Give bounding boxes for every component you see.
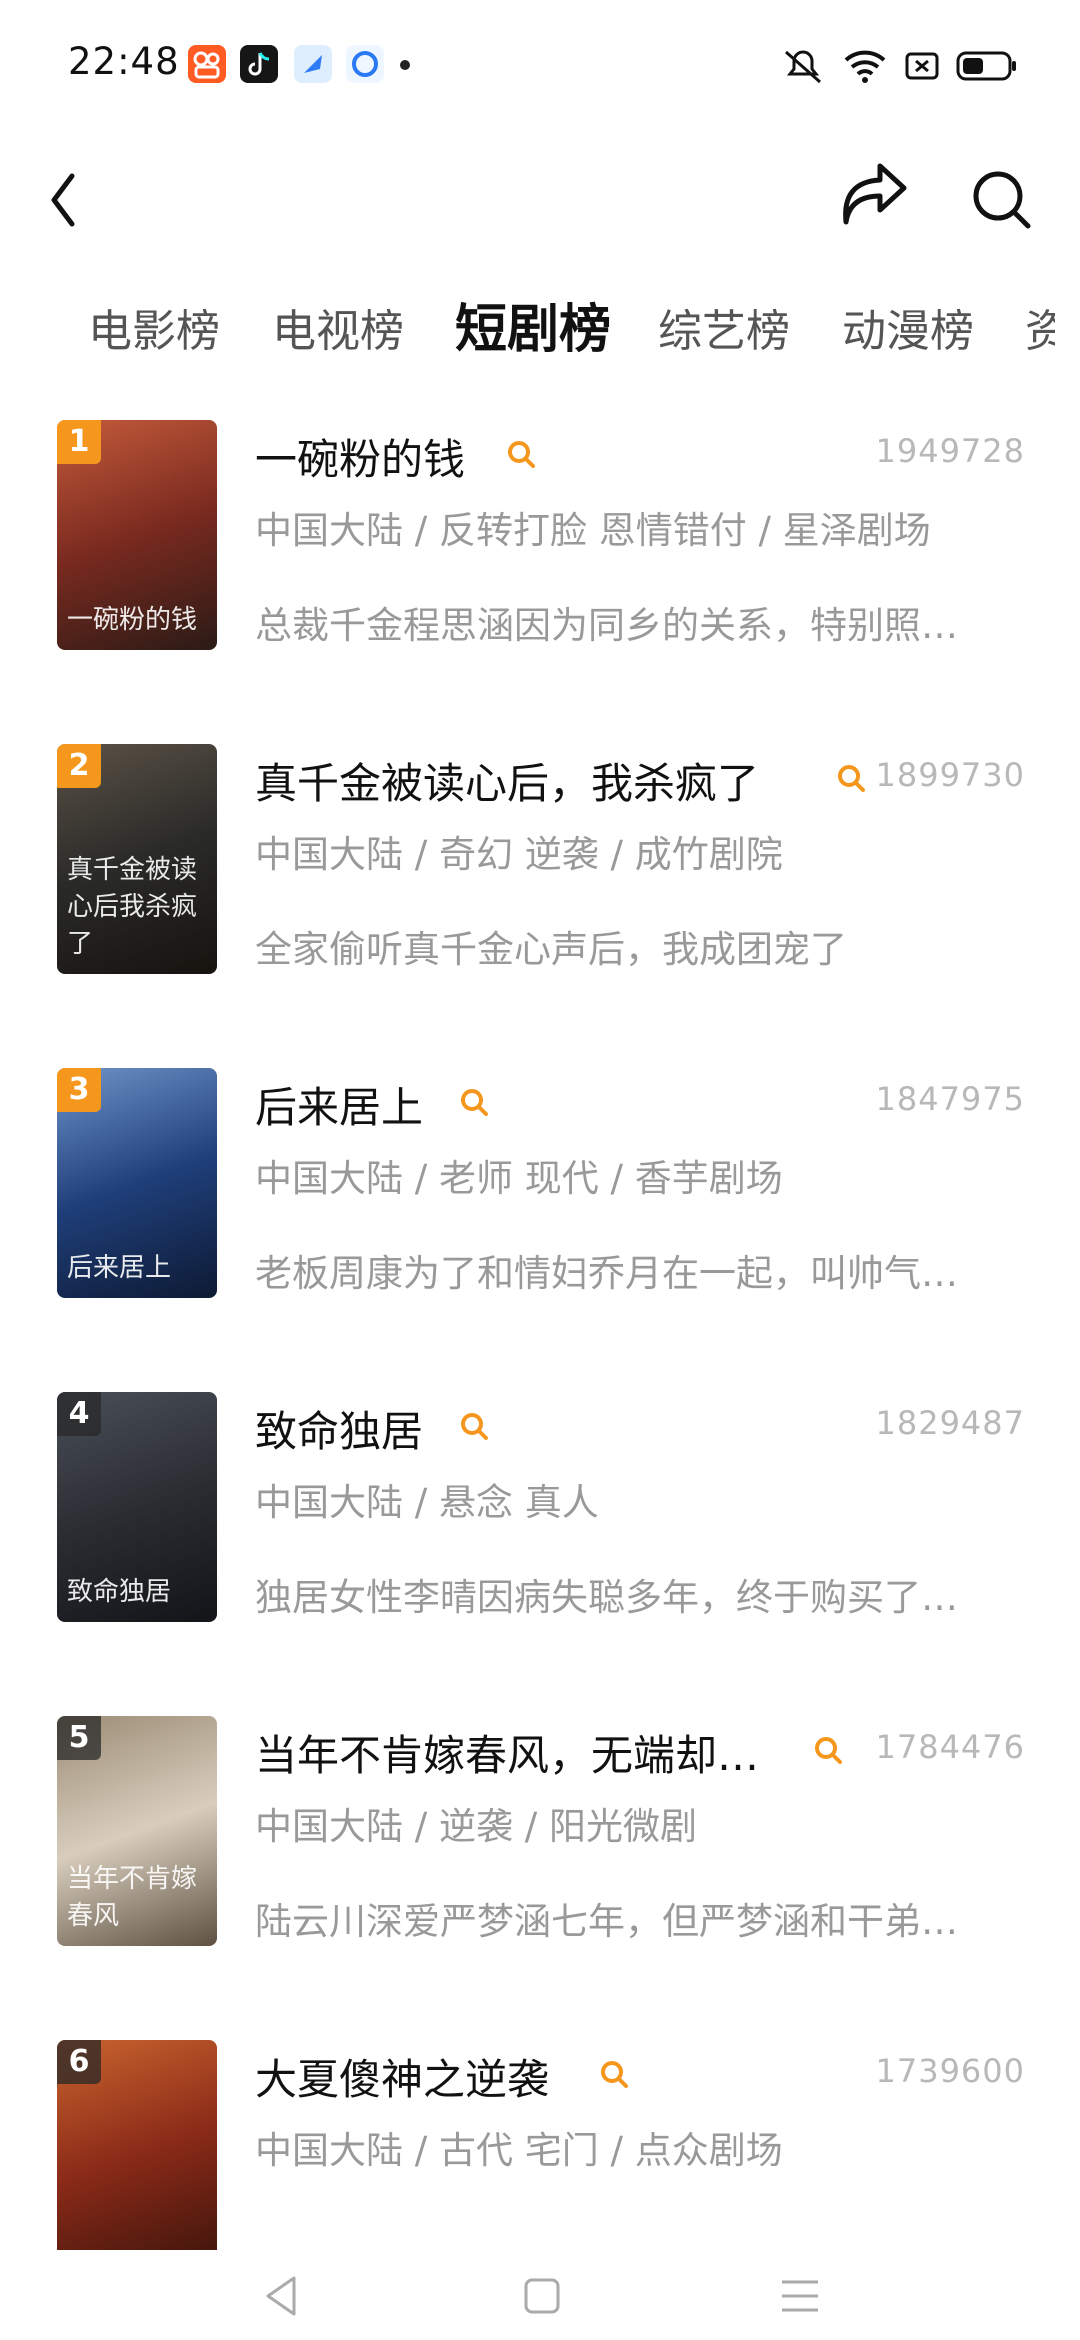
item-meta: 中国大陆 / 悬念 真人: [255, 1481, 599, 1524]
poster-image[interactable]: 3 后来居上: [57, 1068, 217, 1298]
nav-home-icon[interactable]: [518, 2272, 566, 2320]
poster-image[interactable]: 1 一碗粉的钱: [57, 420, 217, 650]
qq-icon: [346, 45, 384, 83]
back-icon[interactable]: [34, 150, 94, 250]
rank-badge: 6: [57, 2040, 101, 2084]
item-meta: 中国大陆 / 逆袭 / 阳光微剧: [255, 1805, 697, 1848]
item-title[interactable]: 当年不肯嫁春风，无端却…: [255, 1722, 759, 1783]
rank-badge: 3: [57, 1068, 101, 1112]
kuaishou-icon: [188, 45, 226, 83]
tab-anime[interactable]: 动漫榜: [842, 295, 974, 359]
item-meta: 中国大陆 / 反转打脸 恩情错付 / 星泽剧场: [255, 509, 931, 552]
heat-score: 1899730: [875, 756, 1025, 794]
list-item[interactable]: 1 一碗粉的钱 一碗粉的钱 1949728 中国大陆 / 反转打脸 恩情错付 / 星泽剧…: [0, 420, 1080, 720]
rank-badge: 5: [57, 1716, 101, 1760]
title-search-icon[interactable]: [835, 762, 869, 796]
category-tabs: 电影榜 电视榜 短剧榜 综艺榜 动漫榜 资: [0, 285, 1080, 380]
poster-caption: 真千金被读心后我杀疯了: [67, 855, 198, 959]
share-icon[interactable]: [832, 150, 922, 250]
status-time: 22:48: [68, 40, 180, 83]
battery-icon: [956, 51, 1016, 81]
poster-image[interactable]: 5 当年不肯嫁春风: [57, 1716, 217, 1946]
poster-caption: 后来居上: [67, 1253, 172, 1283]
header: [0, 130, 1080, 290]
tiktok-icon: [240, 45, 278, 83]
heat-score: 1829487: [875, 1404, 1025, 1442]
title-search-icon[interactable]: [505, 438, 539, 472]
rank-badge: 4: [57, 1392, 101, 1436]
item-title[interactable]: 致命独居: [255, 1398, 423, 1459]
item-description: 陆云川深爱严梦涵七年，但严梦涵和干弟…: [255, 1900, 958, 1943]
list-item[interactable]: 5 当年不肯嫁春风 当年不肯嫁春风，无端却… 1784476 中国大陆 / 逆袭 / 阳…: [0, 1716, 1080, 2016]
item-description: 全家偷听真千金心声后，我成团宠了: [255, 928, 847, 971]
item-meta: 中国大陆 / 老师 现代 / 香芋剧场: [255, 1157, 783, 1200]
heat-score: 1949728: [875, 432, 1025, 470]
list-item[interactable]: 4 致命独居 致命独居 1829487 中国大陆 / 悬念 真人 独居女性李晴因病失聪多年…: [0, 1392, 1080, 1692]
page: 22:48 电影榜 电视榜 短剧榜 综艺榜 动漫榜 资 1 一碗粉的钱 一碗粉的…: [0, 0, 1080, 2340]
heat-score: 1784476: [875, 1728, 1025, 1766]
item-title[interactable]: 后来居上: [255, 1074, 423, 1135]
item-title[interactable]: 大夏傻神之逆袭: [255, 2046, 549, 2107]
heat-score: 1847975: [875, 1080, 1025, 1118]
blue-app-icon: [294, 45, 332, 83]
poster-caption: 当年不肯嫁春风: [67, 1864, 198, 1931]
poster-image[interactable]: 4 致命独居: [57, 1392, 217, 1622]
tab-more-partial[interactable]: 资: [1025, 295, 1055, 359]
rank-badge: 1: [57, 420, 101, 464]
tab-short-drama[interactable]: 短剧榜: [455, 287, 611, 362]
nav-menu-icon[interactable]: [776, 2272, 824, 2320]
item-description: 老板周康为了和情妇乔月在一起，叫帅气…: [255, 1252, 958, 1295]
title-search-icon[interactable]: [598, 2058, 632, 2092]
list-item[interactable]: 2 真千金被读心后我杀疯了 真千金被读心后，我杀疯了 1899730 中国大陆 / 奇幻…: [0, 744, 1080, 1044]
poster-caption: 一碗粉的钱: [67, 605, 198, 635]
item-title[interactable]: 一碗粉的钱: [255, 426, 465, 487]
item-meta: 中国大陆 / 古代 宅门 / 点众剧场: [255, 2129, 783, 2172]
heat-score: 1739600: [875, 2052, 1025, 2090]
search-icon[interactable]: [962, 150, 1042, 250]
mute-icon: [785, 50, 821, 84]
tab-movie[interactable]: 电影榜: [88, 295, 220, 359]
item-description: 总裁千金程思涵因为同乡的关系，特别照…: [255, 604, 958, 647]
tab-tv[interactable]: 电视榜: [272, 295, 404, 359]
tab-variety[interactable]: 综艺榜: [658, 295, 790, 359]
item-title[interactable]: 真千金被读心后，我杀疯了: [255, 750, 759, 811]
rank-badge: 2: [57, 744, 101, 788]
poster-image[interactable]: 2 真千金被读心后我杀疯了: [57, 744, 217, 974]
sim-icon: [905, 52, 939, 80]
system-status: [780, 44, 1020, 88]
poster-caption: 致命独居: [67, 1577, 172, 1607]
nav-back-icon[interactable]: [258, 2272, 306, 2320]
poster-image[interactable]: 6: [57, 2040, 217, 2270]
system-navigation-bar: [0, 2250, 1080, 2340]
title-search-icon[interactable]: [812, 1734, 846, 1768]
status-bar: 22:48: [0, 0, 1080, 130]
list-item[interactable]: 3 后来居上 后来居上 1847975 中国大陆 / 老师 现代 / 香芋剧场 老板周康为…: [0, 1068, 1080, 1368]
item-meta: 中国大陆 / 奇幻 逆袭 / 成竹剧院: [255, 833, 783, 876]
item-description: 独居女性李晴因病失聪多年，终于购买了…: [255, 1576, 958, 1619]
title-search-icon[interactable]: [458, 1410, 492, 1444]
wifi-icon: [844, 50, 886, 83]
notification-dot: [400, 60, 410, 70]
title-search-icon[interactable]: [458, 1086, 492, 1120]
